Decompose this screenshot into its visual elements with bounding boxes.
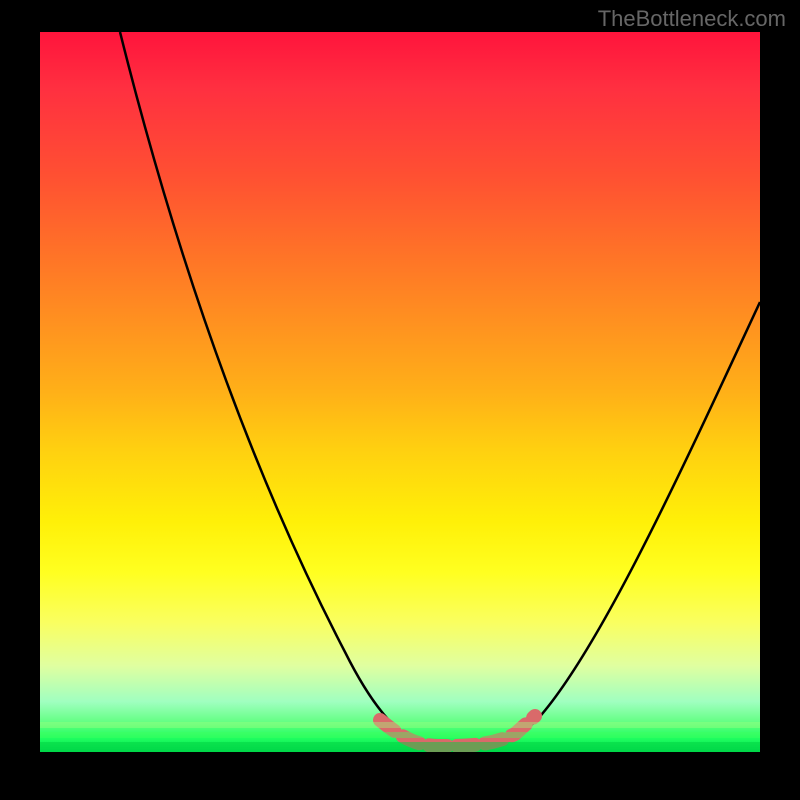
- watermark: TheBottleneck.com: [598, 6, 786, 32]
- bottom-stripes: [40, 722, 760, 752]
- valley-highlight: [380, 716, 535, 746]
- chart-svg: [40, 32, 760, 752]
- bottleneck-curve: [120, 32, 760, 747]
- bottleneck-plot: [40, 32, 760, 752]
